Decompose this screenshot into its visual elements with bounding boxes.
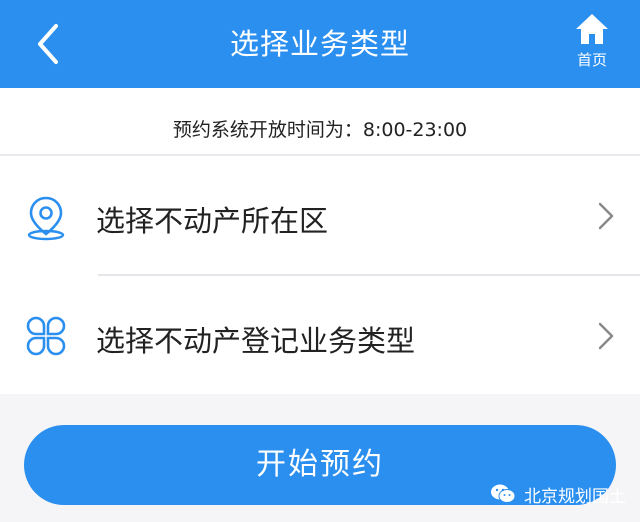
option-list: 选择不动产所在区 选择不动产登记业务类型: [0, 156, 640, 394]
wechat-icon: [491, 484, 516, 503]
notice-text: 预约系统开放时间为：8:00-23:00: [172, 119, 468, 141]
list-item-label: 选择不动产所在区: [96, 204, 329, 238]
page-title: 选择业务类型: [229, 27, 410, 61]
home-button[interactable]: 首页: [562, 12, 622, 78]
clover-grid-icon: [26, 316, 66, 356]
watermark: 北京规划国土: [490, 480, 626, 508]
home-icon: [576, 14, 608, 44]
notice-bar: 预约系统开放时间为：8:00-23:00: [0, 88, 640, 154]
watermark-text: 北京规划国土: [524, 486, 626, 507]
page: 选择业务类型 首页 预约系统开放时间为：8:00-23:00 选择不动产所在区: [0, 0, 640, 522]
list-item-label: 选择不动产登记业务类型: [96, 324, 416, 358]
home-label: 首页: [576, 51, 607, 69]
list-item-business-type[interactable]: 选择不动产登记业务类型: [0, 276, 640, 394]
header-bar: 选择业务类型 首页: [0, 0, 640, 88]
location-pin-icon: [27, 196, 65, 241]
chevron-right-icon: [598, 322, 614, 350]
chevron-right-icon: [598, 202, 614, 230]
list-item-district[interactable]: 选择不动产所在区: [0, 156, 640, 274]
